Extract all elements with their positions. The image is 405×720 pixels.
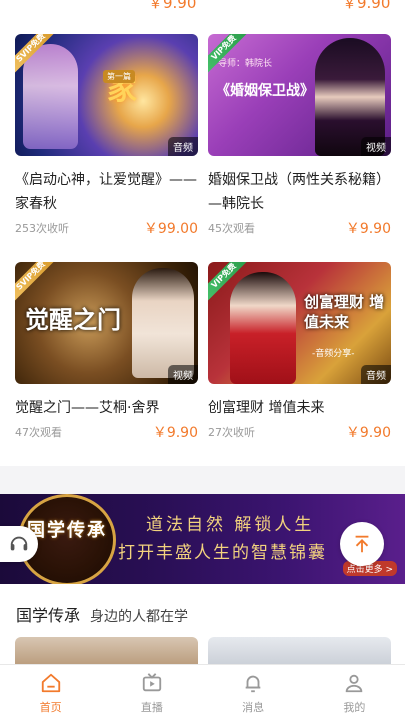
listen-count: 253次收听 xyxy=(15,222,69,235)
tab-home[interactable]: 首页 xyxy=(0,665,101,720)
live-tv-icon xyxy=(140,671,164,695)
previous-price-right: ￥9.90 xyxy=(342,0,391,12)
tab-profile[interactable]: 我的 xyxy=(304,665,405,720)
course-price: ￥9.90 xyxy=(152,425,198,441)
bell-icon xyxy=(241,671,265,695)
course-title[interactable]: 《启动心神，让爱觉醒》——家春秋 xyxy=(15,168,198,216)
tab-messages[interactable]: 消息 xyxy=(203,665,304,720)
app-page: ￥9.90 ￥9.90 家 第一篇 SVIP免费 音频 《启动心神，让爱觉醒》—… xyxy=(0,0,405,720)
cover-figure xyxy=(132,268,194,378)
course-meta: 47次观看 ￥9.90 xyxy=(15,422,198,442)
listen-count: 27次收听 xyxy=(208,426,255,439)
course-price: ￥99.00 xyxy=(143,221,198,237)
cover-subtitle: 第一篇 xyxy=(103,70,135,83)
course-price: ￥9.90 xyxy=(345,221,391,237)
course-meta: 45次观看 ￥9.90 xyxy=(208,218,391,238)
course-price: ￥9.90 xyxy=(345,425,391,441)
section-header: 国学传承 身边的人都在学 xyxy=(16,602,188,626)
course-card[interactable]: 创富理财 增值未来 -音频分享- VIP免费 音频 创富理财 增值未来 27次收… xyxy=(208,262,391,442)
banner-subheadline: 打开丰盛人生的智慧锦囊 xyxy=(118,543,327,563)
tab-label: 直播 xyxy=(140,700,163,714)
section-title: 国学传承 xyxy=(16,606,81,625)
view-count: 47次观看 xyxy=(15,426,62,439)
arrow-up-icon xyxy=(355,535,369,553)
cover-title: 创富理财 增值未来 xyxy=(304,293,385,331)
section-subtitle: 身边的人都在学 xyxy=(90,609,189,625)
banner-headline: 道法自然 解锁人生 xyxy=(146,515,315,535)
cover-title: 《婚姻保卫战》 xyxy=(216,83,314,99)
cover-subtitle: -音频分享- xyxy=(312,349,355,359)
course-meta: 27次收听 ￥9.90 xyxy=(208,422,391,442)
vip-free-badge: VIP免费 xyxy=(208,262,248,302)
previous-price-left: ￥9.90 xyxy=(148,0,197,12)
course-card[interactable]: 导师：韩院长 《婚姻保卫战》 VIP免费 视频 婚姻保卫战（两性关系秘籍）—韩院… xyxy=(208,34,391,238)
course-cover-peek[interactable] xyxy=(15,637,198,667)
bottom-tab-bar: 首页 直播 消息 我的 xyxy=(0,664,405,720)
tab-live[interactable]: 直播 xyxy=(101,665,202,720)
tab-label: 首页 xyxy=(39,700,62,714)
section-divider xyxy=(0,466,405,494)
course-title[interactable]: 婚姻保卫战（两性关系秘籍）—韩院长 xyxy=(208,168,391,216)
svip-free-badge: SVIP免费 xyxy=(15,34,55,74)
course-cover-peek[interactable] xyxy=(208,637,391,667)
course-cover[interactable]: 觉醒之门 SVIP免费 视频 xyxy=(15,262,198,384)
media-type-tag: 音频 xyxy=(168,137,198,156)
course-cover[interactable]: 家 第一篇 SVIP免费 音频 xyxy=(15,34,198,156)
media-type-tag: 音频 xyxy=(361,365,391,384)
customer-service-button[interactable] xyxy=(0,526,38,562)
course-cover[interactable]: 导师：韩院长 《婚姻保卫战》 VIP免费 视频 xyxy=(208,34,391,156)
user-icon xyxy=(342,671,366,695)
media-type-tag: 视频 xyxy=(361,137,391,156)
tab-label: 我的 xyxy=(343,700,366,714)
headset-icon xyxy=(10,536,28,551)
vip-free-badge: VIP免费 xyxy=(208,34,248,74)
svip-free-badge: SVIP免费 xyxy=(15,262,55,302)
course-card[interactable]: 觉醒之门 SVIP免费 视频 觉醒之门——艾桐·舍界 47次观看 ￥9.90 xyxy=(15,262,198,442)
back-to-top-button[interactable] xyxy=(340,522,384,566)
cover-title: 觉醒之门 xyxy=(25,305,121,334)
tab-label: 消息 xyxy=(242,700,265,714)
media-type-tag: 视频 xyxy=(168,365,198,384)
previous-row-strip: ￥9.90 ￥9.90 xyxy=(0,0,405,12)
course-meta: 253次收听 ￥99.00 xyxy=(15,218,198,238)
course-card[interactable]: 家 第一篇 SVIP免费 音频 《启动心神，让爱觉醒》——家春秋 253次收听 … xyxy=(15,34,198,238)
home-icon xyxy=(39,671,63,695)
view-count: 45次观看 xyxy=(208,222,255,235)
course-cover[interactable]: 创富理财 增值未来 -音频分享- VIP免费 音频 xyxy=(208,262,391,384)
